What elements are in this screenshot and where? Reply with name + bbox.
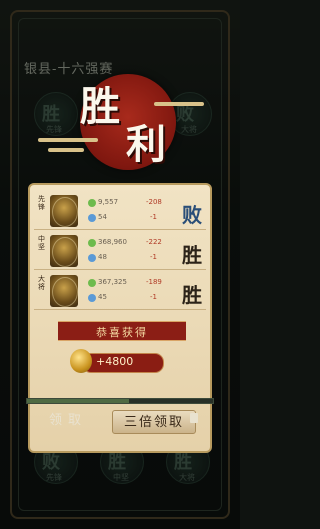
row-position: 中坚 [38,235,45,251]
troops-icon [88,199,96,207]
row-position: 先锋 [38,195,45,211]
game-screen: 银县-十六强赛 胜 先锋 败 大将 败 先锋 胜 中坚 胜 大将 胜 利 先锋 … [0,0,240,529]
row-result: 胜 [182,283,202,307]
morale-delta: -1 [150,293,157,301]
morale-value: 45 [98,293,107,301]
result-row-1: 先锋 9,557 -208 54 -1 败 [34,193,206,230]
row-position: 大将 [38,275,45,291]
coin-icon [70,349,92,373]
morale-value: 54 [98,213,107,221]
progress-bar [26,398,214,404]
result-row-2: 中坚 368,960 -222 48 -1 胜 [34,233,206,270]
victory-char-1: 胜 [80,83,120,130]
avatar-ring [52,277,78,307]
reward-amount: +4800 [96,355,134,368]
swirl-left [38,138,98,142]
ad-video-icon [190,413,198,423]
morale-icon [88,254,96,262]
avatar-ring [52,197,78,227]
progress-fill [27,399,130,403]
troops-value: 9,557 [98,198,119,206]
morale-value: 48 [98,253,107,261]
troops-value: 367,325 [98,278,127,286]
troops-icon [88,279,96,287]
result-row-3: 大将 367,325 -189 45 -1 胜 [34,273,206,310]
triple-claim-button[interactable]: 三倍领取 [112,410,196,434]
swirl-right [154,102,204,106]
troops-delta: -222 [146,238,162,246]
morale-icon [88,214,96,222]
morale-delta: -1 [150,213,157,221]
reward-banner: 恭喜获得 [58,321,186,341]
row-result: 败 [182,203,202,227]
avatar-ring [52,237,78,267]
troops-delta: -189 [146,278,162,286]
victory-emblem: 胜 利 [38,68,204,180]
troops-value: 368,960 [98,238,127,246]
morale-icon [88,294,96,302]
morale-delta: -1 [150,253,157,261]
row-result: 胜 [182,243,202,267]
troops-delta: -208 [146,198,162,206]
troops-icon [88,239,96,247]
victory-char-2: 利 [126,121,166,168]
claim-button[interactable]: 领取 [44,410,92,432]
reward-banner-text: 恭喜获得 [96,326,148,339]
swirl-left-2 [48,148,84,152]
